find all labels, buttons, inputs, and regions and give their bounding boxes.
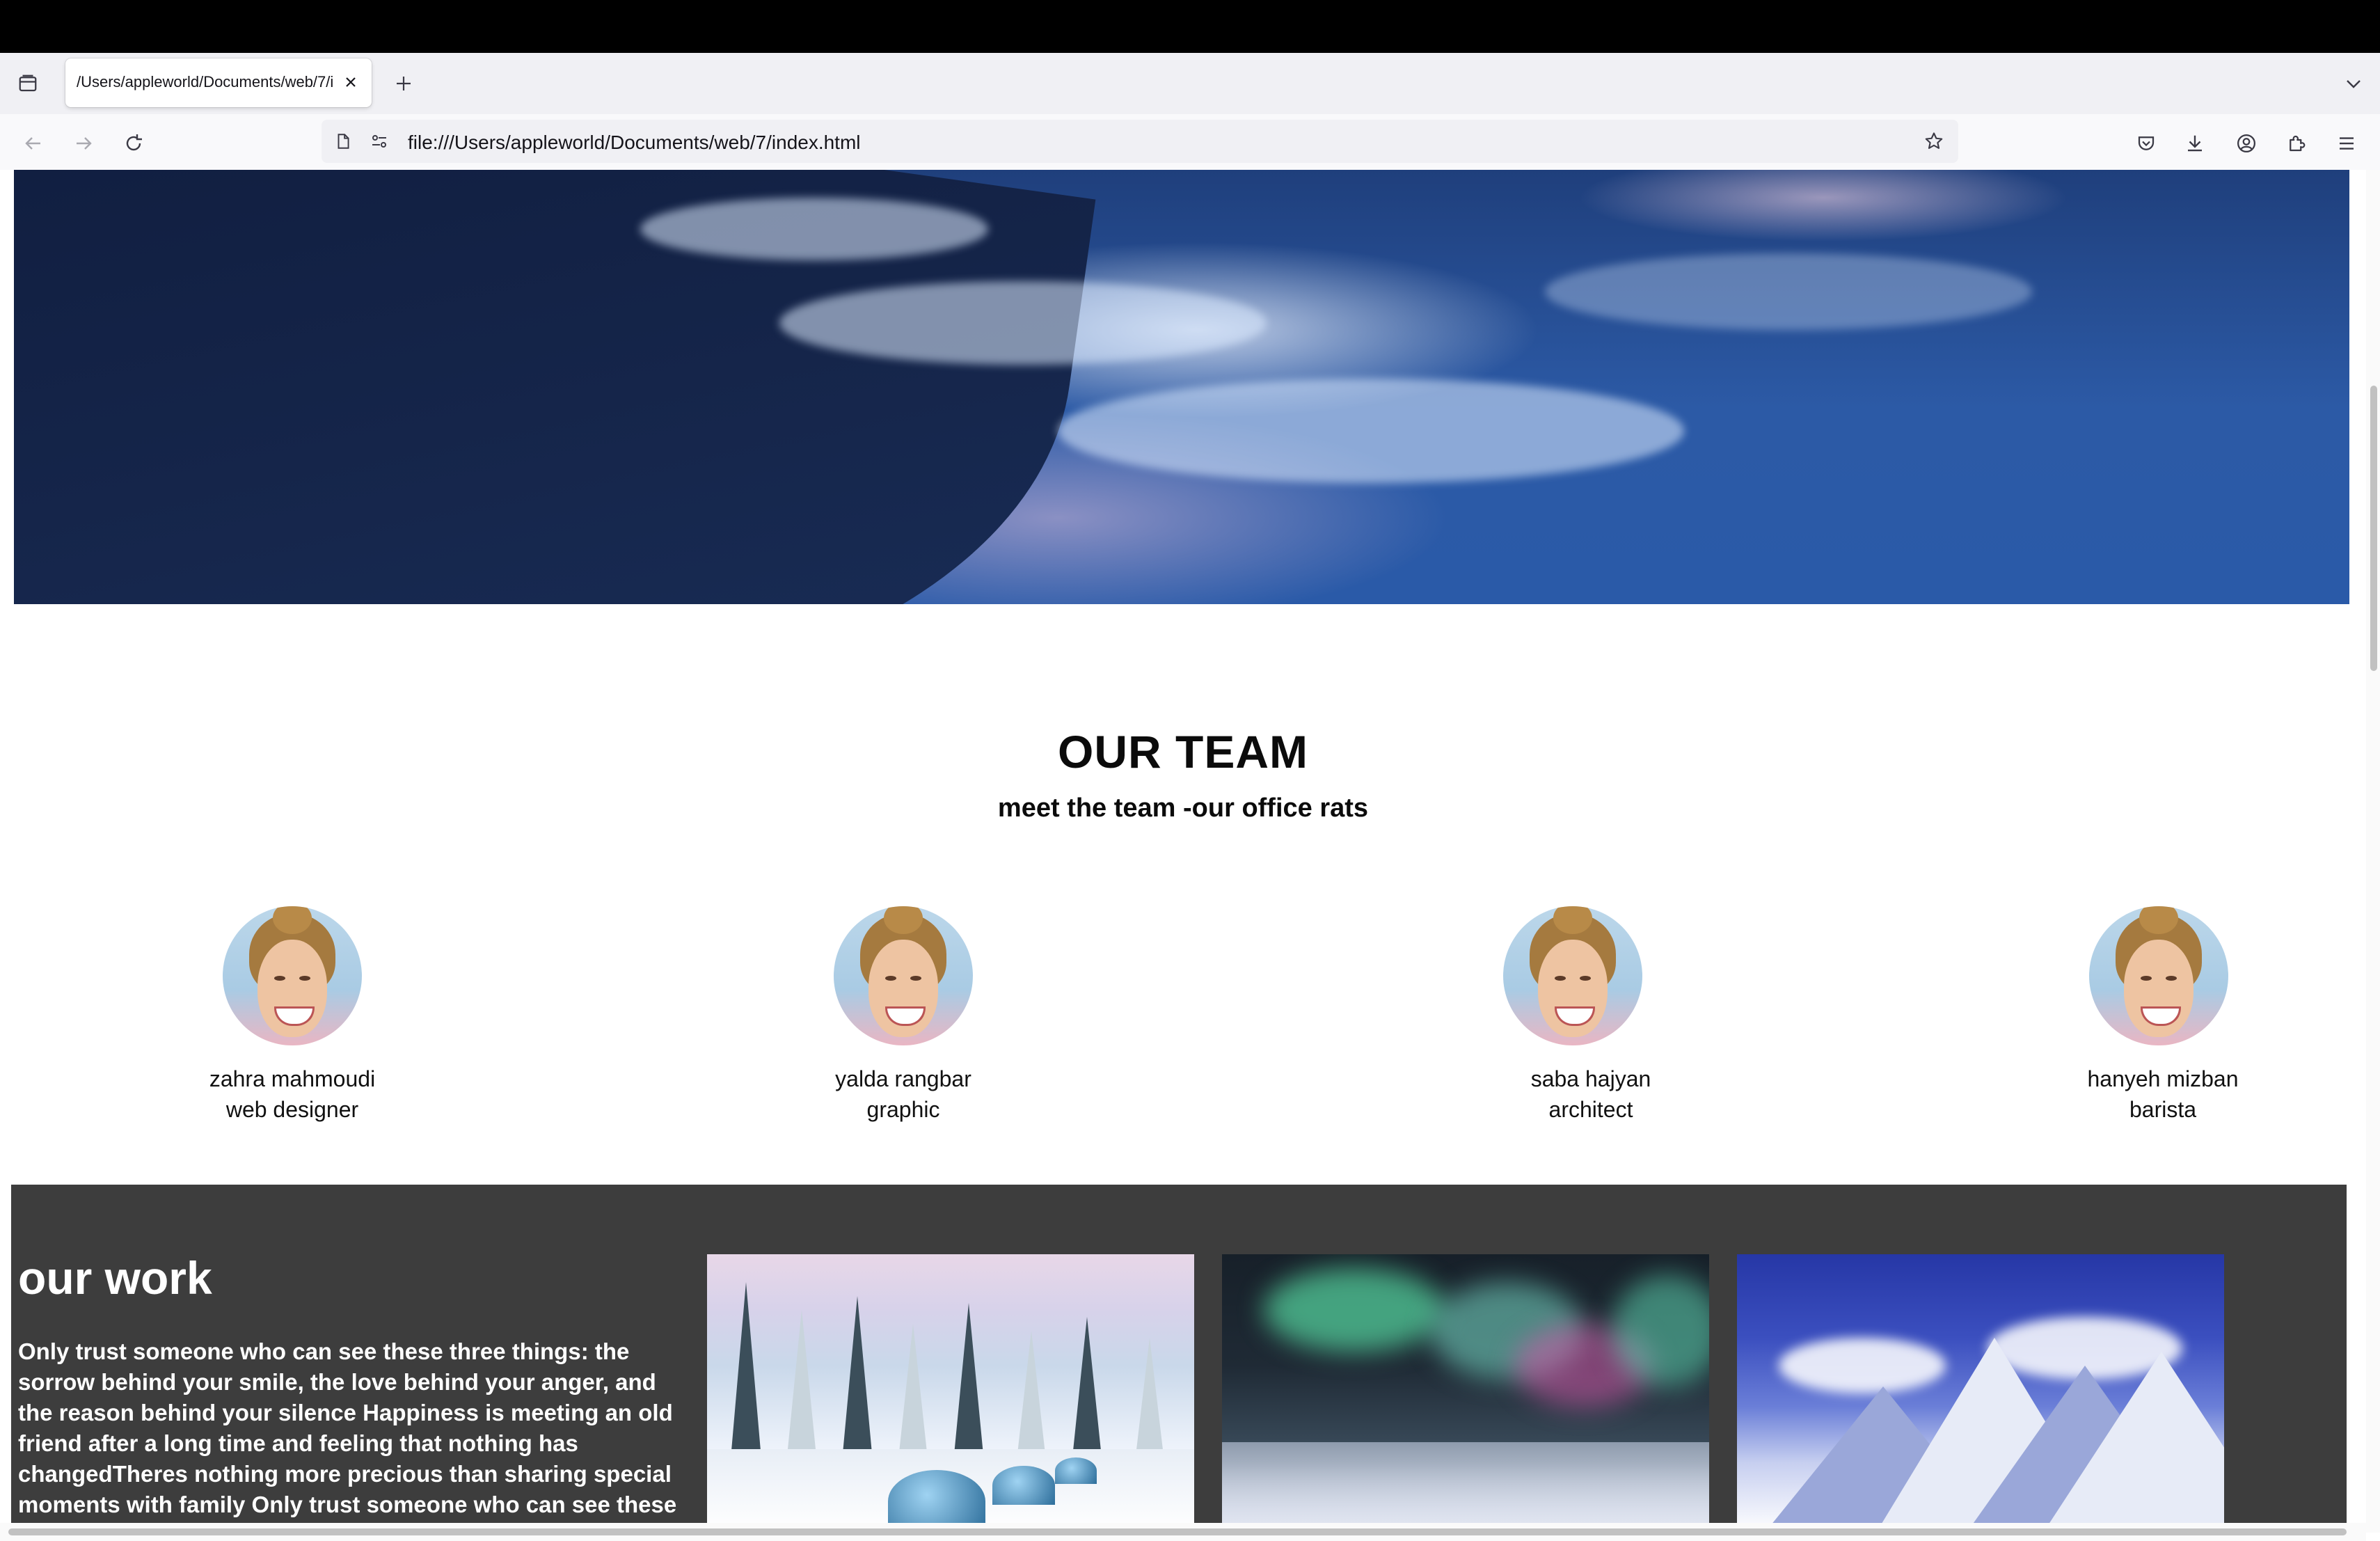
page-icon	[330, 128, 356, 155]
team-heading: OUR TEAM	[1058, 726, 1308, 777]
team-member: hanyeh mizban barista	[2038, 906, 2288, 1125]
extensions-button[interactable]	[2280, 127, 2313, 160]
horizontal-scrollbar-thumb[interactable]	[8, 1528, 2347, 1535]
account-icon	[2236, 133, 2257, 154]
url-text[interactable]: file:///Users/appleworld/Documents/web/7…	[408, 132, 861, 154]
member-role: architect	[1548, 1097, 1633, 1122]
system-menu-bar	[0, 0, 2380, 53]
account-button[interactable]	[2230, 127, 2263, 160]
our-work-section: our work Only trust someone who can see …	[11, 1185, 2347, 1533]
list-all-tabs-button[interactable]	[2337, 67, 2370, 100]
work-description: Only trust someone who can see these thr…	[18, 1338, 677, 1517]
plus-icon	[395, 74, 413, 93]
firefox-view-icon	[17, 73, 38, 94]
wave-foam	[779, 281, 1267, 365]
wave-foam	[1058, 379, 1684, 483]
team-member: zahra mahmoudi web designer	[167, 906, 418, 1125]
member-name: saba hajyan	[1530, 1066, 1651, 1091]
navigation-toolbar: file:///Users/appleworld/Documents/web/7…	[0, 114, 2380, 170]
page-viewport: OUR TEAM meet the team -our office rats …	[0, 170, 2366, 1533]
pocket-button[interactable]	[2129, 127, 2163, 160]
hero-ocean-image	[14, 170, 2349, 604]
firefox-view-button[interactable]	[11, 67, 45, 100]
hamburger-menu-icon	[2336, 133, 2357, 154]
reload-icon	[123, 133, 144, 154]
chevron-down-icon	[2344, 74, 2363, 93]
download-icon	[2184, 133, 2205, 154]
member-role: graphic	[866, 1097, 940, 1122]
wave-foam	[1545, 253, 2032, 330]
member-name: hanyeh mizban	[2087, 1066, 2239, 1091]
avatar	[223, 906, 362, 1045]
active-tab[interactable]: /Users/appleworld/Documents/web/7/index.…	[65, 58, 372, 107]
tab-strip: /Users/appleworld/Documents/web/7/index.…	[0, 53, 2380, 114]
tab-close-button[interactable]	[338, 70, 363, 95]
avatar	[1503, 906, 1642, 1045]
downloads-button[interactable]	[2178, 127, 2212, 160]
aurora-image	[1222, 1254, 1709, 1533]
member-name: zahra mahmoudi	[209, 1066, 376, 1091]
app-menu-button[interactable]	[2330, 127, 2363, 160]
permissions-icon[interactable]	[366, 128, 392, 155]
back-arrow-icon	[23, 133, 44, 154]
work-title: our work	[18, 1252, 212, 1304]
snowy-forest-igloo-image	[707, 1254, 1194, 1533]
horizontal-scrollbar[interactable]	[0, 1523, 2366, 1541]
new-tab-button[interactable]	[388, 68, 419, 99]
close-icon	[344, 75, 358, 89]
forward-arrow-icon	[73, 133, 94, 154]
bookmark-star-icon[interactable]	[1921, 128, 1947, 155]
team-member: yalda rangbar graphic	[778, 906, 1029, 1125]
puzzle-icon	[2286, 133, 2307, 154]
vertical-scrollbar[interactable]	[2366, 170, 2380, 1533]
team-subheading: meet the team -our office rats	[997, 793, 1369, 823]
team-member: saba hajyan architect	[1466, 906, 1716, 1125]
back-button[interactable]	[17, 127, 50, 160]
vertical-scrollbar-thumb[interactable]	[2370, 386, 2377, 671]
forward-button[interactable]	[67, 127, 100, 160]
reload-button[interactable]	[117, 127, 150, 160]
snowy-mountain-image	[1737, 1254, 2224, 1533]
address-bar[interactable]: file:///Users/appleworld/Documents/web/7…	[322, 120, 1958, 163]
tab-title: /Users/appleworld/Documents/web/7/index.…	[77, 73, 334, 90]
avatar	[2089, 906, 2228, 1045]
wave-foam	[640, 198, 988, 260]
member-role: barista	[2129, 1097, 2197, 1122]
pocket-icon	[2136, 133, 2157, 154]
member-role: web designer	[225, 1097, 359, 1122]
avatar	[834, 906, 973, 1045]
member-name: yalda rangbar	[835, 1066, 971, 1091]
